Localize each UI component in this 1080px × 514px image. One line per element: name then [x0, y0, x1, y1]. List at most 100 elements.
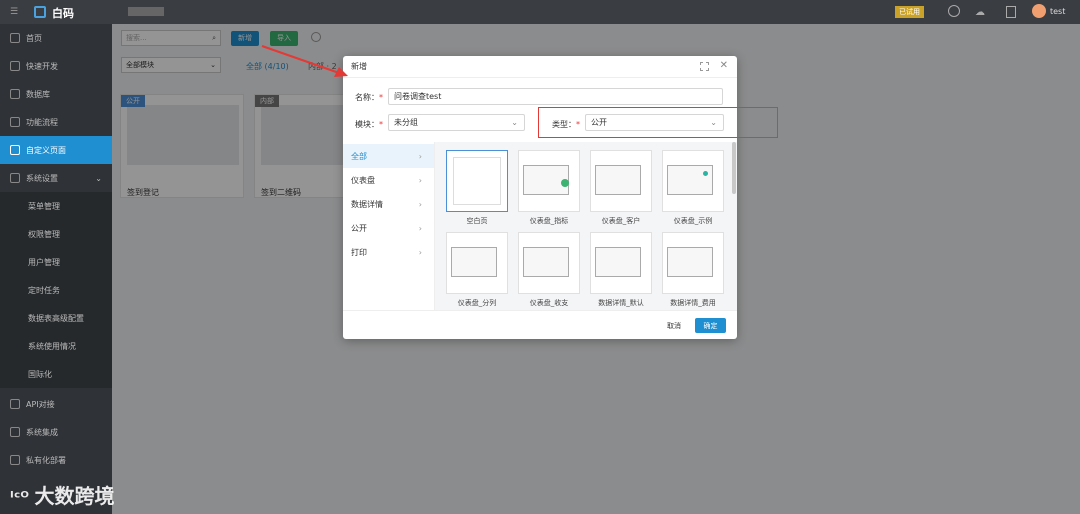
- cloud-icon[interactable]: ☁: [975, 7, 985, 18]
- new-page-dialog: 新增 ✕ 名称：* 问卷调查test 模块：* 未分组 ⌄ 类型：* 公开 ⌄ 全部…: [343, 56, 737, 339]
- sidebar-subitem-menu[interactable]: 菜单管理: [0, 192, 112, 220]
- sidebar-subitem-user[interactable]: 用户管理: [0, 248, 112, 276]
- sidebar-item-label: 首页: [26, 33, 42, 43]
- sidebar-item-label: 系统设置: [26, 173, 58, 183]
- sidebar-item-private-deploy[interactable]: 私有化部署: [0, 446, 112, 474]
- category-item-dashboard[interactable]: 仪表盘 ›: [343, 168, 434, 192]
- dialog-header: 新增 ✕: [343, 56, 737, 78]
- template-card-dashboard-columns[interactable]: [446, 232, 508, 294]
- sidebar-subitem-timer[interactable]: 定时任务: [0, 276, 112, 304]
- sidebar-subitem-label: 数据表高级配置: [28, 313, 84, 323]
- api-icon: [10, 399, 20, 409]
- watermark-text: 大数跨境: [34, 484, 115, 508]
- sidebar-item-flow[interactable]: 功能流程: [0, 108, 112, 136]
- sidebar-subitem-label: 系统使用情况: [28, 341, 76, 351]
- sidebar-item-home[interactable]: 首页: [0, 24, 112, 52]
- sidebar-subitem-table-config[interactable]: 数据表高级配置: [0, 304, 112, 332]
- app-logo-icon: [34, 6, 46, 18]
- sidebar-item-integration[interactable]: 系统集成: [0, 418, 112, 446]
- doc-icon[interactable]: [1006, 6, 1016, 18]
- template-name: 数据详情_费用: [670, 299, 716, 307]
- chevron-right-icon: ›: [418, 199, 422, 209]
- sidebar-subitem-label: 国际化: [28, 369, 52, 379]
- template-preview: [595, 165, 641, 195]
- template-card-blank[interactable]: [446, 150, 508, 212]
- database-icon: [10, 89, 20, 99]
- chevron-right-icon: ›: [418, 247, 422, 257]
- category-item-data-detail[interactable]: 数据详情 ›: [343, 192, 434, 216]
- sidebar-subitem-label: 定时任务: [28, 285, 60, 295]
- template-card-detail-default[interactable]: [590, 232, 652, 294]
- module-select[interactable]: 未分组 ⌄: [388, 114, 525, 131]
- cancel-button[interactable]: 取消: [661, 318, 687, 333]
- template-name: 空白页: [466, 217, 488, 225]
- category-label: 数据详情: [351, 199, 383, 209]
- sidebar-subitem-label: 用户管理: [28, 257, 60, 267]
- sidebar-item-label: 私有化部署: [26, 455, 66, 465]
- user-name[interactable]: test: [1050, 7, 1065, 16]
- ok-button[interactable]: 确定: [695, 318, 726, 333]
- category-label: 打印: [351, 247, 367, 257]
- chevron-down-icon: ⌄: [95, 173, 102, 183]
- watermark-logo-icon: ᴵᶜᴼ: [10, 488, 35, 507]
- sidebar-item-label: API对接: [26, 399, 55, 409]
- template-name: 仪表盘_分列: [457, 299, 497, 307]
- sidebar-item-database[interactable]: 数据库: [0, 80, 112, 108]
- fullscreen-icon[interactable]: [700, 62, 709, 71]
- chevron-down-icon: ⌄: [511, 118, 518, 127]
- settings-icon: [10, 173, 20, 183]
- chart-preview-dot: [703, 171, 708, 176]
- sidebar-item-label: 自定义页面: [26, 145, 66, 155]
- project-selector[interactable]: [128, 7, 164, 16]
- page-icon: [10, 145, 20, 155]
- close-icon[interactable]: ✕: [720, 60, 728, 71]
- avatar[interactable]: [1032, 4, 1046, 18]
- template-card-dashboard-finance[interactable]: [518, 232, 580, 294]
- name-label-text: 名称：: [355, 93, 379, 102]
- category-item-print[interactable]: 打印 ›: [343, 240, 434, 264]
- template-name: 仪表盘_示例: [673, 217, 713, 225]
- name-field[interactable]: 问卷调查test: [388, 88, 723, 105]
- watermark: ᴵᶜᴼ 大数跨境: [10, 480, 115, 509]
- module-label: 模块：*: [355, 119, 383, 130]
- template-preview: [595, 247, 641, 277]
- name-label: 名称：*: [355, 92, 383, 103]
- sidebar-item-settings[interactable]: 系统设置 ⌄: [0, 164, 112, 192]
- sidebar-item-quick-dev[interactable]: 快速开发: [0, 52, 112, 80]
- required-mark: *: [379, 120, 383, 129]
- type-field-highlight: [538, 107, 778, 138]
- menu-icon[interactable]: ☰: [10, 7, 18, 17]
- template-name: 仪表盘_客户: [601, 217, 641, 225]
- dialog-footer: 取消 确定: [343, 310, 737, 339]
- template-card-dashboard-customer[interactable]: [590, 150, 652, 212]
- chevron-right-icon: ›: [418, 223, 422, 233]
- sidebar-item-label: 系统集成: [26, 427, 58, 437]
- module-select-value: 未分组: [394, 118, 418, 127]
- rocket-icon: [10, 61, 20, 71]
- play-icon[interactable]: [948, 5, 960, 17]
- sidebar-subitem-i18n[interactable]: 国际化: [0, 360, 112, 388]
- sidebar-subitem-label: 权限管理: [28, 229, 60, 239]
- template-card-dashboard-indicator[interactable]: [518, 150, 580, 212]
- template-card-detail-expense[interactable]: [662, 232, 724, 294]
- template-card-dashboard-example[interactable]: [662, 150, 724, 212]
- template-name: 数据详情_默认: [598, 299, 644, 307]
- flow-icon: [10, 117, 20, 127]
- sidebar-item-label: 快速开发: [26, 61, 58, 71]
- name-field-value: 问卷调查test: [394, 92, 442, 101]
- module-label-text: 模块：: [355, 120, 379, 129]
- template-preview: [667, 165, 713, 195]
- category-item-all[interactable]: 全部 ›: [343, 144, 434, 168]
- sidebar-subitem-label: 菜单管理: [28, 201, 60, 211]
- template-preview: [667, 247, 713, 277]
- sidebar-item-api[interactable]: API对接: [0, 390, 112, 418]
- sidebar-subitem-usage[interactable]: 系统使用情况: [0, 332, 112, 360]
- category-label: 公开: [351, 223, 367, 233]
- sidebar: 首页 快速开发 数据库 功能流程 自定义页面 系统设置 ⌄ 菜单管理 权限管理 用…: [0, 24, 112, 514]
- sidebar-subitem-permission[interactable]: 权限管理: [0, 220, 112, 248]
- scrollbar[interactable]: [732, 142, 736, 194]
- category-item-public[interactable]: 公开 ›: [343, 216, 434, 240]
- category-list: 全部 › 仪表盘 › 数据详情 › 公开 › 打印 ›: [343, 142, 435, 310]
- sidebar-item-custom-page[interactable]: 自定义页面: [0, 136, 112, 164]
- integration-icon: [10, 427, 20, 437]
